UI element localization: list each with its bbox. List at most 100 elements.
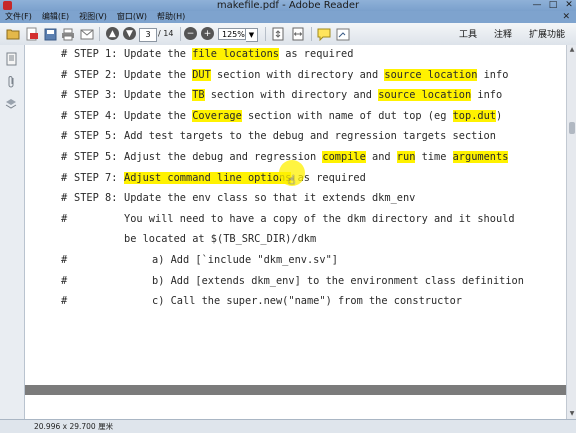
comment-hash: #	[61, 130, 68, 143]
line-text: b) Add [extends dkm_env] to the environm…	[152, 275, 524, 287]
zoom-in-icon[interactable]: +	[201, 27, 214, 40]
menu-edit[interactable]: 编辑(E)	[37, 11, 74, 23]
highlighted-text: Adjust command line options	[124, 171, 292, 184]
document-line: # STEP 5: Add test targets to the debug an…	[25, 130, 566, 144]
line-text: a) Add [`include "dkm_env.sv"]	[152, 254, 338, 266]
close-button[interactable]: ✕	[564, 0, 574, 11]
menu-bar: 文件(F) 编辑(E) 视图(V) 窗口(W) 帮助(H) ✕	[0, 11, 576, 23]
text-run: info	[477, 68, 509, 81]
text-run: time	[415, 151, 453, 163]
attachment-icon[interactable]	[4, 75, 18, 89]
comment-hash: #	[61, 192, 68, 205]
document-close-icon[interactable]: ✕	[562, 11, 570, 23]
document-line: # STEP 3: Update the TB section with direc…	[25, 89, 566, 103]
menu-file[interactable]: 文件(F)	[0, 11, 37, 23]
text-run: c) Call the super.new("name") from the c…	[152, 295, 462, 308]
pdf-convert-icon[interactable]	[24, 26, 40, 42]
zoom-level-input[interactable]: 125%	[218, 28, 246, 40]
layers-icon[interactable]	[4, 97, 18, 111]
text-run: Update the env class so that it extends …	[124, 192, 416, 205]
scroll-up-icon[interactable]: ▲	[567, 45, 576, 55]
line-text: Adjust command line options as required	[124, 171, 366, 184]
document-line: # STEP 1: Update the file locations as req…	[25, 48, 566, 62]
scroll-thumb[interactable]	[569, 122, 575, 134]
comment-hash: #	[61, 109, 68, 122]
text-run: Update the	[124, 48, 193, 60]
document-view[interactable]: # STEP 1: Update the file locations as req…	[25, 45, 566, 419]
page-total-label: / 14	[158, 29, 174, 38]
comment-hash: #	[61, 295, 68, 308]
navigation-panel	[0, 45, 25, 419]
text-run: )	[496, 109, 503, 122]
comment-link[interactable]: 注释	[494, 29, 512, 41]
minimize-button[interactable]: —	[532, 0, 542, 11]
document-line: be located at $(TB_SRC_DIR)/dkm	[25, 233, 566, 247]
step-label: STEP 3:	[74, 89, 118, 102]
pdf-next-page	[25, 395, 566, 419]
page-size-label: 20.996 x 29.700 厘米	[34, 422, 114, 431]
comment-hash: #	[61, 151, 68, 163]
comment-icon[interactable]	[316, 26, 332, 42]
open-folder-icon[interactable]	[5, 26, 21, 42]
document-line: # You will need to have a copy of the dkm…	[25, 213, 566, 227]
comment-hash: #	[61, 171, 68, 184]
line-text: be located at $(TB_SRC_DIR)/dkm	[124, 233, 316, 245]
step-label: STEP 1:	[74, 48, 118, 60]
zoom-out-icon[interactable]: −	[184, 27, 197, 40]
pages-thumbnail-icon[interactable]	[4, 52, 18, 66]
email-icon[interactable]	[79, 26, 95, 42]
highlighted-text: source location	[378, 89, 472, 102]
highlighted-text: file locations	[192, 48, 279, 60]
text-run: Update the	[124, 68, 193, 81]
save-icon[interactable]	[42, 26, 58, 42]
highlighted-text: DUT	[192, 68, 211, 81]
scroll-down-icon[interactable]: ▼	[567, 409, 576, 419]
text-run: section with directory and	[210, 68, 385, 81]
pdf-page: # STEP 1: Update the file locations as req…	[25, 45, 566, 385]
comment-hash: #	[61, 68, 68, 81]
line-text: c) Call the super.new("name") from the c…	[152, 295, 462, 307]
step-label: STEP 7:	[74, 171, 118, 184]
page-down-icon[interactable]: ▼	[123, 27, 136, 40]
menu-help[interactable]: 帮助(H)	[152, 11, 190, 23]
highlighted-text: compile	[322, 151, 366, 163]
text-run: Update the	[124, 89, 193, 102]
comment-hash: #	[61, 274, 68, 287]
fit-page-icon[interactable]	[270, 26, 286, 42]
window-controls: — □ ✕	[532, 0, 574, 11]
highlighted-text: Coverage	[192, 109, 242, 122]
document-line: # STEP 8: Update the env class so that it …	[25, 192, 566, 206]
sign-icon[interactable]	[335, 26, 351, 42]
text-run: You will need to have a copy of the dkm …	[124, 212, 515, 225]
text-run: and	[365, 151, 397, 163]
line-text: Update the TB section with directory and…	[124, 89, 503, 102]
menu-view[interactable]: 视图(V)	[74, 11, 112, 23]
highlighted-text: source location	[384, 68, 478, 81]
status-bar: 20.996 x 29.700 厘米	[0, 419, 576, 433]
highlighted-text: arguments	[452, 151, 509, 163]
fit-width-icon[interactable]	[290, 26, 306, 42]
page-number-input[interactable]: 3	[139, 28, 157, 42]
line-text: Update the DUT section with directory an…	[124, 68, 509, 81]
step-label: STEP 2:	[74, 68, 118, 81]
title-bar: makefile.pdf - Adobe Reader — □ ✕	[0, 0, 576, 11]
highlighted-text: top.dut	[452, 109, 496, 122]
print-icon[interactable]	[60, 26, 76, 42]
document-line: # STEP 4: Update the Coverage section with…	[25, 109, 566, 124]
text-run: section with directory and	[204, 89, 379, 102]
page-up-icon[interactable]: ▲	[106, 27, 119, 40]
maximize-button[interactable]: □	[548, 0, 558, 11]
line-text: Update the Coverage section with name of…	[124, 109, 503, 122]
text-run: a) Add [`include "dkm_env.sv"]	[152, 254, 338, 266]
comment-hash: #	[61, 212, 68, 225]
extended-link[interactable]: 扩展功能	[529, 29, 565, 41]
tools-link[interactable]: 工具	[459, 29, 477, 41]
hand-cursor-icon: ☝	[288, 173, 296, 187]
menu-window[interactable]: 窗口(W)	[112, 11, 152, 23]
step-label: STEP 4:	[74, 109, 118, 122]
vertical-scrollbar[interactable]: ▲ ▼	[566, 45, 576, 419]
step-label: STEP 5:	[74, 130, 118, 143]
zoom-dropdown-button[interactable]: ▼	[246, 28, 258, 42]
text-run: info	[471, 89, 503, 102]
comment-hash: #	[61, 89, 68, 102]
